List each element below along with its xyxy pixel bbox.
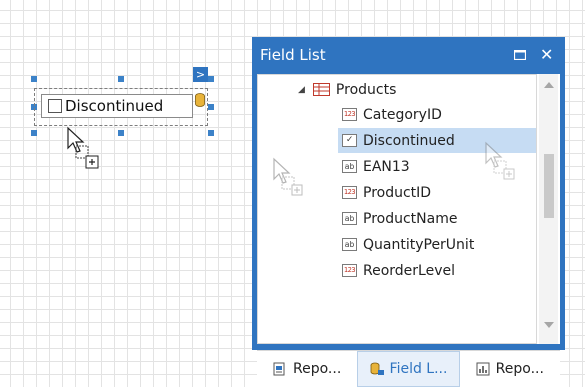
field-label: Discontinued	[363, 132, 455, 149]
checkbox-control[interactable]: Discontinued	[34, 88, 208, 126]
panel-body: ◢ Products 123 CategoryID ✓ Discontinued…	[257, 74, 560, 387]
tab-label: Repo...	[293, 361, 342, 377]
selection-handle[interactable]	[208, 104, 214, 110]
string-type-icon: ab	[342, 212, 357, 225]
string-type-icon: ab	[342, 160, 357, 173]
field-list-panel: Field List ✕ ◢ Products 123 CategoryID ✓…	[252, 37, 565, 387]
tab-report-gallery[interactable]: Repo...	[460, 351, 560, 387]
boolean-type-icon: ✓	[342, 134, 357, 147]
string-type-icon: ab	[342, 238, 357, 251]
maximize-button[interactable]	[513, 46, 532, 64]
selection-handle[interactable]	[208, 130, 214, 136]
scrollbar-thumb[interactable]	[544, 154, 554, 218]
tree-field-productid[interactable]: 123 ProductID	[342, 180, 532, 205]
number-type-icon: 123	[342, 186, 357, 199]
drag-ghost-cursor-icon	[485, 141, 515, 180]
field-label: EAN13	[363, 158, 410, 175]
maximize-icon	[513, 49, 527, 61]
tree-field-productname[interactable]: ab ProductName	[342, 206, 532, 231]
checkbox-control-body[interactable]: Discontinued	[41, 94, 193, 118]
scroll-down-arrow-icon[interactable]	[544, 322, 554, 328]
table-icon	[312, 83, 330, 96]
checkbox-square	[48, 99, 62, 113]
tab-field-list[interactable]: Field L...	[357, 351, 460, 387]
tree-node-label: Products	[335, 81, 397, 98]
selection-handle[interactable]	[118, 76, 124, 82]
field-label: CategoryID	[363, 106, 442, 123]
smart-tag-button[interactable]: >	[193, 67, 208, 82]
tree-field-quantityperunit[interactable]: ab QuantityPerUnit	[342, 232, 532, 257]
tab-report-explorer[interactable]: Repo...	[257, 351, 357, 387]
selection-handle[interactable]	[31, 130, 37, 136]
field-tree: ◢ Products 123 CategoryID ✓ Discontinued…	[257, 74, 537, 344]
field-list-icon	[370, 362, 384, 375]
field-label: ProductName	[363, 210, 458, 227]
selection-handle[interactable]	[118, 130, 124, 136]
field-label: QuantityPerUnit	[363, 236, 475, 253]
panel-tabs: Repo... Field L... Repo...	[257, 350, 560, 387]
report-explorer-icon	[273, 362, 285, 376]
expand-arrow-icon[interactable]: ◢	[298, 85, 305, 95]
field-label: ReorderLevel	[363, 262, 455, 279]
vertical-scrollbar[interactable]	[539, 74, 558, 344]
close-button[interactable]: ✕	[540, 46, 558, 64]
database-binding-icon	[195, 93, 205, 107]
report-gallery-icon	[476, 362, 490, 376]
drag-drop-cursor-icon	[67, 126, 99, 169]
tab-label: Repo...	[495, 361, 544, 377]
scroll-up-arrow-icon[interactable]	[544, 82, 554, 88]
checkbox-control-label: Discontinued	[65, 97, 164, 115]
tree-node-products[interactable]: ◢ Products	[298, 77, 396, 102]
selection-handle[interactable]	[208, 76, 214, 82]
drag-ghost-cursor-icon	[273, 157, 303, 196]
tree-field-categoryid[interactable]: 123 CategoryID	[342, 102, 532, 127]
number-type-icon: 123	[342, 108, 357, 121]
tree-field-reorderlevel[interactable]: 123 ReorderLevel	[342, 258, 532, 283]
selection-handle[interactable]	[31, 76, 37, 82]
field-label: ProductID	[363, 184, 432, 201]
tab-label: Field L...	[389, 361, 448, 377]
number-type-icon: 123	[342, 264, 357, 277]
